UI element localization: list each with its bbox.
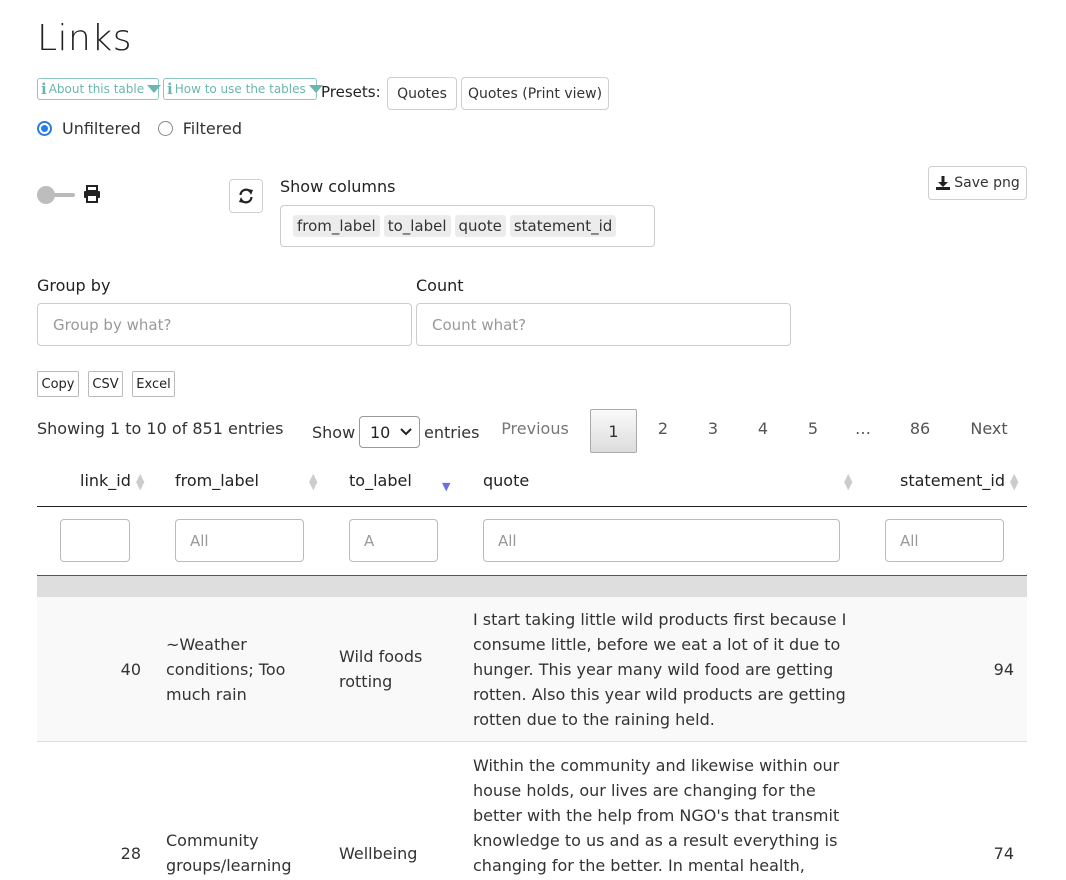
page-size-value: 10 (370, 422, 391, 442)
preset-quotes-button[interactable]: Quotes (387, 77, 457, 110)
column-chip[interactable]: from_label (293, 215, 380, 237)
page-size-select[interactable]: 10 (359, 416, 420, 448)
column-header-quote[interactable]: quote (483, 471, 529, 490)
cell-quote: I start taking little wild products firs… (473, 610, 847, 729)
refresh-button[interactable] (229, 179, 263, 213)
sort-icon[interactable]: ▲ ▼ (136, 472, 144, 491)
show-entries-label: Show (312, 423, 356, 442)
pagination-ellipsis: … (855, 419, 871, 438)
pagination-page-current[interactable]: 1 (590, 409, 637, 453)
cell-link-id: 40 (120, 660, 141, 679)
cell-statement-id: 74 (993, 844, 1014, 863)
table-info-text: Showing 1 to 10 of 851 entries (37, 419, 284, 438)
filter-from-label[interactable]: All (175, 519, 304, 562)
refresh-icon (239, 188, 253, 204)
how-to-use-button[interactable]: i How to use the tables (163, 78, 323, 100)
caret-down-icon (147, 85, 162, 93)
count-input[interactable]: Count what? (416, 303, 791, 346)
printer-icon (82, 184, 102, 204)
column-header-link-id[interactable]: link_id (80, 471, 131, 490)
cell-from-label: ~Weather conditions; Too much rain (166, 635, 286, 704)
excel-button[interactable]: Excel (132, 371, 175, 397)
preset-quotes-print-button[interactable]: Quotes (Print view) (461, 77, 609, 110)
download-icon (936, 176, 951, 190)
column-chip[interactable]: quote (454, 215, 506, 237)
column-chip[interactable]: to_label (383, 215, 451, 237)
page-title: Links (37, 18, 132, 59)
cell-statement-id: 94 (993, 660, 1014, 679)
pagination-page[interactable]: 4 (748, 419, 778, 438)
csv-button[interactable]: CSV (88, 371, 123, 397)
cell-from-label: Community groups/learning (166, 831, 292, 875)
column-header-to-label[interactable]: to_label (349, 471, 412, 490)
show-columns-select[interactable]: from_label to_label quote statement_id (280, 205, 655, 247)
pagination-page-last[interactable]: 86 (902, 419, 938, 438)
column-chip[interactable]: statement_id (509, 215, 617, 237)
filter-mode-group: Unfiltered Filtered (37, 119, 242, 138)
about-table-label: About this table (48, 82, 145, 96)
pagination-page[interactable]: 2 (648, 419, 678, 438)
sort-descending-icon[interactable]: ▼ (442, 480, 450, 493)
about-table-button[interactable]: i About this table (37, 78, 162, 100)
group-band (37, 576, 1027, 597)
filter-link-id[interactable] (60, 519, 130, 562)
sort-icon[interactable]: ▲ ▼ (1010, 472, 1018, 491)
sort-icon[interactable]: ▲ ▼ (844, 472, 852, 491)
show-columns-label: Show columns (280, 177, 396, 196)
filter-to-label[interactable]: A (349, 519, 438, 562)
filter-statement-id[interactable]: All (885, 519, 1004, 562)
chevron-down-icon (400, 428, 413, 436)
count-label: Count (416, 276, 464, 295)
group-by-input[interactable]: Group by what? (37, 303, 412, 346)
column-header-statement-id[interactable]: statement_id (900, 471, 1005, 490)
radio-unfiltered[interactable] (37, 121, 52, 136)
column-header-from-label[interactable]: from_label (175, 471, 259, 490)
how-to-use-label: How to use the tables (174, 82, 306, 96)
save-png-label: Save png (954, 175, 1020, 191)
pagination-page[interactable]: 3 (698, 419, 728, 438)
copy-button[interactable]: Copy (37, 371, 79, 397)
info-icon: i (167, 80, 173, 98)
radio-unfiltered-label: Unfiltered (62, 119, 141, 138)
radio-filtered-label: Filtered (182, 119, 242, 138)
presets-label: Presets: (321, 83, 381, 101)
entries-label: entries (424, 423, 480, 442)
sort-icon[interactable]: ▲ ▼ (309, 472, 317, 491)
pagination-page[interactable]: 5 (798, 419, 828, 438)
info-icon: i (41, 80, 47, 98)
pagination-previous[interactable]: Previous (495, 419, 575, 438)
cell-link-id: 28 (120, 844, 141, 863)
group-by-label: Group by (37, 276, 111, 295)
filter-quote[interactable]: All (483, 519, 840, 562)
save-png-button[interactable]: Save png (928, 166, 1027, 200)
print-toggle-knob[interactable] (37, 186, 55, 204)
pagination-next[interactable]: Next (962, 419, 1016, 438)
cell-to-label: Wild foods rotting (339, 647, 423, 691)
cell-to-label: Wellbeing (339, 844, 418, 863)
radio-filtered[interactable] (157, 121, 173, 136)
header-divider (37, 506, 1027, 507)
cell-quote: Within the community and likewise within… (473, 756, 840, 875)
